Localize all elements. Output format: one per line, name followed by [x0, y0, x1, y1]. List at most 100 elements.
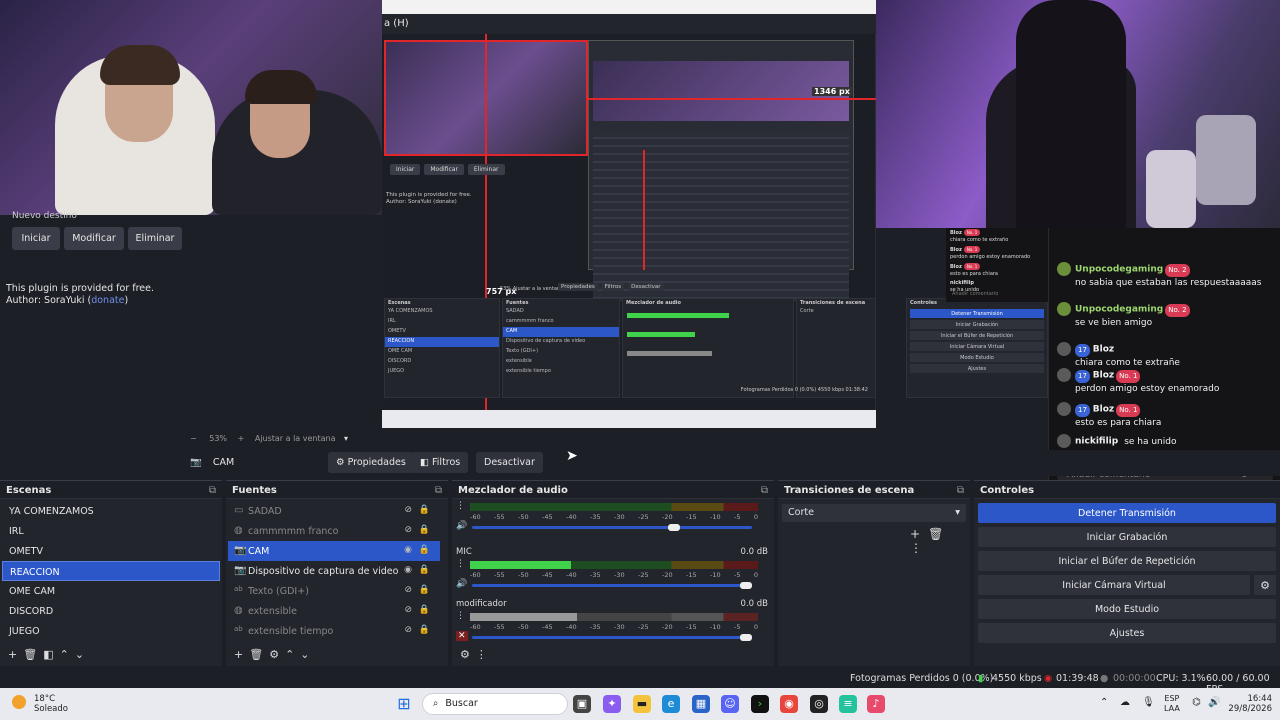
chat-username[interactable]: Bloz — [1093, 345, 1114, 355]
scene-item[interactable]: YA COMENZAMOS — [2, 501, 220, 521]
more-icon[interactable]: ⋮ — [910, 541, 930, 555]
scene-item[interactable]: OME CAM — [2, 581, 220, 601]
source-item[interactable]: ◍ extensible ⊘ 🔒 — [228, 601, 440, 621]
avatar[interactable] — [1057, 302, 1071, 316]
start-button[interactable]: Iniciar — [12, 227, 60, 250]
scene-item[interactable]: JUEGO — [2, 621, 220, 641]
dock-undock-icon[interactable]: ⧉ — [209, 485, 216, 496]
scene-item[interactable]: DISCORD — [2, 601, 220, 621]
speaker-icon[interactable]: 🔊 — [456, 579, 467, 589]
eye-off-icon[interactable]: ⊘ — [404, 525, 412, 535]
mute-icon[interactable]: ✕ — [456, 631, 468, 641]
dock-undock-icon[interactable]: ⧉ — [957, 485, 964, 496]
move-up-icon[interactable]: ⌃ — [285, 648, 300, 661]
chevron-down-icon[interactable]: ▾ — [344, 434, 348, 443]
cloud-icon[interactable]: ☁ — [1120, 697, 1130, 708]
source-item[interactable]: 📷 Dispositivo de captura de video ◉ 🔒 — [228, 561, 440, 581]
zoom-in-icon[interactable]: + — [238, 434, 245, 443]
clock[interactable]: 16:44 29/8/2026 — [1220, 694, 1272, 714]
chat-username[interactable]: nickifilip — [1075, 437, 1118, 447]
move-down-icon[interactable]: ⌄ — [300, 648, 315, 661]
source-item[interactable]: ◍ cammmmm franco ⊘ 🔒 — [228, 521, 440, 541]
move-up-icon[interactable]: ⌃ — [60, 648, 75, 661]
volume-icon[interactable]: 🔊 — [1208, 697, 1220, 708]
speaker-icon[interactable]: 🔊 — [456, 521, 467, 531]
chat-username[interactable]: Bloz — [1093, 405, 1114, 415]
dock-undock-icon[interactable]: ⧉ — [435, 485, 442, 496]
weather-widget[interactable]: 18°C Soleado — [34, 694, 68, 714]
properties-button[interactable]: ⚙ Propiedades — [328, 452, 414, 473]
filter-icon[interactable]: ◧ — [43, 648, 59, 661]
avatar[interactable] — [1057, 342, 1071, 356]
taskbar-search[interactable]: ⌕ Buscar — [422, 693, 568, 715]
language-indicator[interactable]: ESP LAA — [1164, 694, 1180, 714]
source-item[interactable]: ab Texto (GDI+) ⊘ 🔒 — [228, 581, 440, 601]
studio-mode-button[interactable]: Modo Estudio — [978, 599, 1276, 619]
network-icon[interactable]: ⌬ — [1192, 697, 1201, 708]
eye-icon[interactable]: ◉ — [404, 545, 412, 555]
more-icon[interactable]: ⋮ — [476, 648, 493, 661]
lock-icon[interactable]: 🔒 — [419, 545, 430, 555]
trash-icon[interactable]: 🗑 — [928, 527, 951, 541]
fit-window-label[interactable]: Ajustar a la ventana — [255, 434, 336, 443]
eye-off-icon[interactable]: ⊘ — [404, 585, 412, 595]
volume-knob[interactable] — [740, 634, 752, 641]
lock-icon[interactable]: 🔒 — [419, 565, 430, 575]
chat-username[interactable]: Unpocodegaming — [1075, 265, 1163, 275]
add-icon[interactable]: + — [910, 527, 928, 541]
terminal-icon[interactable]: › — [751, 695, 769, 713]
mic-icon[interactable]: 🎙 — [1142, 697, 1155, 708]
folder-icon[interactable]: ▬ — [633, 695, 651, 713]
tray-chevron-icon[interactable]: ⌃ — [1100, 697, 1108, 708]
chat-username[interactable]: Bloz — [1093, 371, 1114, 381]
lock-icon[interactable]: 🔒 — [419, 605, 430, 615]
add-icon[interactable]: + — [8, 648, 23, 661]
eye-off-icon[interactable]: ⊘ — [404, 625, 412, 635]
lock-icon[interactable]: 🔒 — [419, 525, 430, 535]
start-recording-button[interactable]: Iniciar Grabación — [978, 527, 1276, 547]
settings-button[interactable]: Ajustes — [978, 623, 1276, 643]
delete-button[interactable]: Eliminar — [128, 227, 182, 250]
scene-item[interactable]: IRL — [2, 521, 220, 541]
source-item[interactable]: ab extensible tiempo ⊘ 🔒 — [228, 621, 440, 641]
eye-off-icon[interactable]: ⊘ — [404, 605, 412, 615]
notes-icon[interactable]: ≡ — [839, 695, 857, 713]
stop-stream-button[interactable]: Detener Transmisión — [978, 503, 1276, 523]
more-icon[interactable]: ⋮ — [456, 611, 465, 621]
avatar[interactable] — [1057, 434, 1071, 448]
avatar[interactable] — [1057, 368, 1071, 382]
volume-slider[interactable] — [472, 582, 752, 589]
gear-icon[interactable]: ⚙ — [1254, 575, 1276, 595]
scene-item[interactable]: OMETV — [2, 541, 220, 561]
task-view-icon[interactable]: ▣ — [573, 695, 591, 713]
edge-icon[interactable]: e — [662, 695, 680, 713]
sun-icon[interactable] — [12, 695, 26, 709]
dock-undock-icon[interactable]: ⧉ — [761, 485, 768, 496]
lock-icon[interactable]: 🔒 — [419, 625, 430, 635]
volume-slider[interactable] — [472, 634, 752, 641]
avatar[interactable] — [1057, 262, 1071, 276]
move-down-icon[interactable]: ⌄ — [75, 648, 90, 661]
scene-item[interactable]: REACCION — [2, 561, 220, 581]
source-item[interactable]: 📷 CAM ◉ 🔒 — [228, 541, 440, 561]
lock-icon[interactable]: 🔒 — [419, 585, 430, 595]
lock-icon[interactable]: 🔒 — [419, 505, 430, 515]
eye-off-icon[interactable]: ⊘ — [404, 505, 412, 515]
volume-knob[interactable] — [667, 524, 680, 531]
chrome-icon[interactable]: ◉ — [780, 695, 798, 713]
discord-icon[interactable]: ☺ — [721, 695, 739, 713]
avatar[interactable] — [1057, 402, 1071, 416]
start-replay-buffer-button[interactable]: Iniciar el Búfer de Repetición — [978, 551, 1276, 571]
eye-icon[interactable]: ◉ — [404, 565, 412, 575]
source-item[interactable]: ▭ SADAD ⊘ 🔒 — [228, 501, 440, 521]
filters-button[interactable]: ◧ Filtros — [412, 452, 469, 473]
gear-icon[interactable]: ⚙ — [269, 648, 285, 661]
more-icon[interactable]: ⋮ — [456, 501, 465, 511]
volume-slider[interactable] — [472, 524, 752, 531]
mixer-settings-icon[interactable]: ⚙ — [460, 648, 476, 661]
edit-button[interactable]: Modificar — [64, 227, 124, 250]
start-virtual-camera-button[interactable]: Iniciar Cámara Virtual — [978, 575, 1250, 595]
transition-select[interactable]: Corte ▾ — [782, 504, 966, 522]
obs-icon[interactable]: ◎ — [810, 695, 828, 713]
store-icon[interactable]: ▦ — [692, 695, 710, 713]
